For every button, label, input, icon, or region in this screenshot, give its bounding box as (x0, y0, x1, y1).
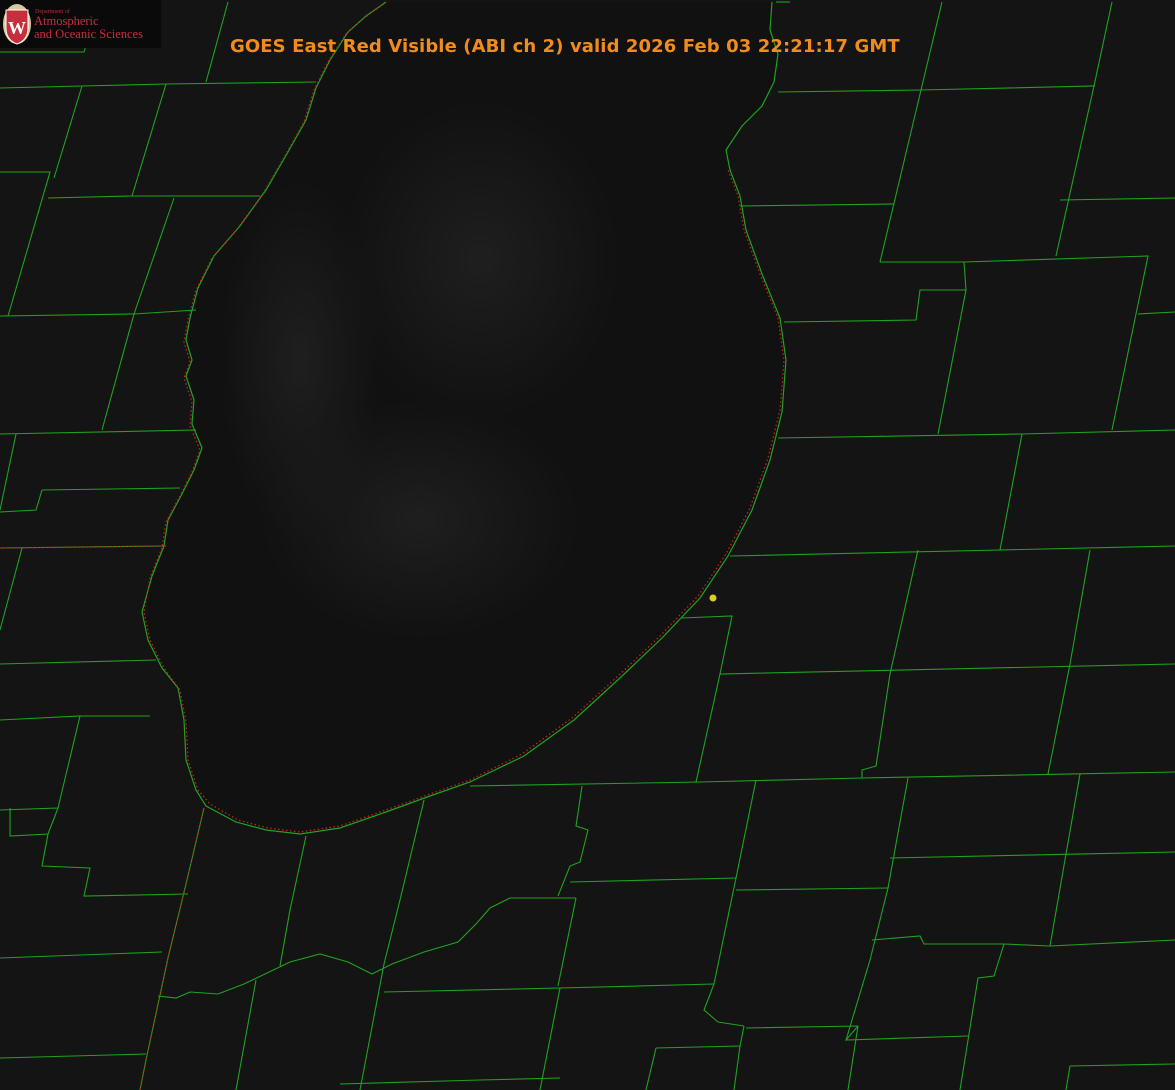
image-title: GOES East Red Visible (ABI ch 2) valid 2… (230, 36, 900, 57)
uw-aos-logo: W Department of Atmospheric and Oceanic … (0, 0, 161, 48)
uw-crest-icon: W (3, 4, 31, 45)
crest-letter: W (8, 18, 26, 38)
cloud-band (260, 400, 580, 640)
map-layer (0, 1, 1175, 1090)
cloud-band (340, 100, 620, 420)
station-marker (709, 594, 717, 602)
logo-line-2: and Oceanic Sciences (34, 27, 143, 41)
satellite-image: W Department of Atmospheric and Oceanic … (0, 0, 1175, 1090)
